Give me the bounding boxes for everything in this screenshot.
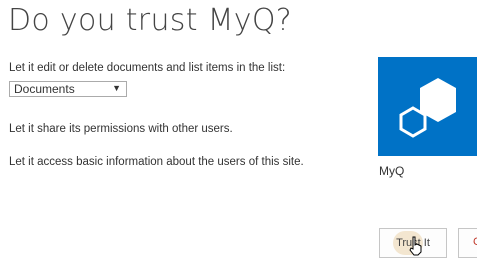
edit-permission-label: Let it edit or delete documents and list…: [9, 62, 286, 74]
app-tile: [378, 57, 477, 156]
chevron-down-icon: ▼: [112, 83, 121, 93]
list-select-value: Documents: [14, 82, 75, 96]
app-name: MyQ: [379, 164, 405, 178]
list-select[interactable]: Documents ▼: [9, 81, 127, 97]
cancel-label: C: [473, 236, 477, 248]
share-permission-label: Let it share its permissions with other …: [9, 123, 233, 135]
hand-cursor-icon: [409, 236, 422, 256]
cancel-button[interactable]: C: [458, 228, 477, 258]
access-permission-label: Let it access basic information about th…: [9, 156, 304, 168]
dialog-title: Do you trust MyQ?: [8, 3, 292, 38]
cubes-icon: [399, 78, 456, 138]
